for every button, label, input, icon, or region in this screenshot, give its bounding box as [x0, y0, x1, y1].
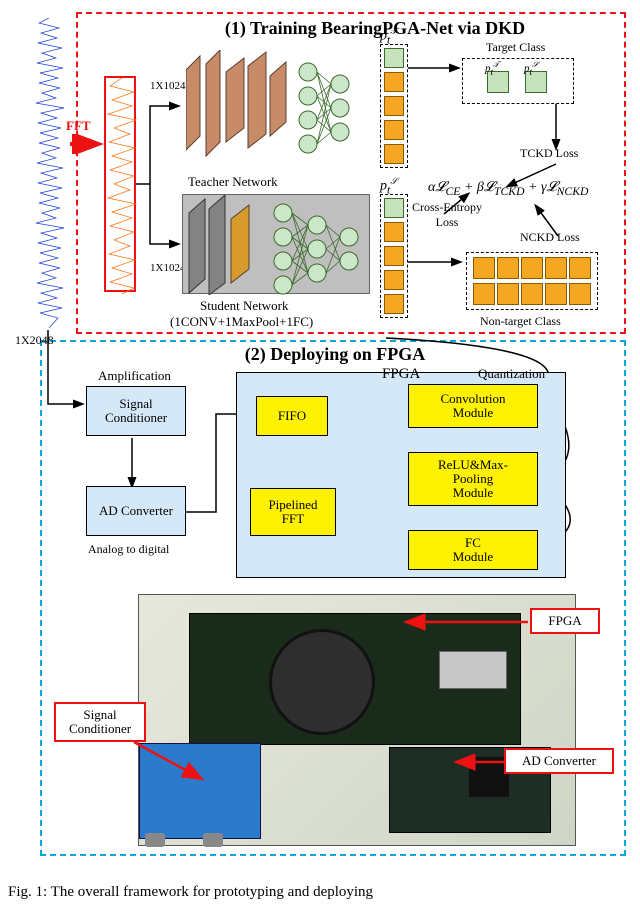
fft-arrow	[68, 134, 104, 154]
student-network-label1: Student Network	[200, 298, 288, 314]
conv-dim-teacher: 1X1024	[150, 80, 185, 92]
relu-pool-box: ReLU&Max- Pooling Module	[408, 452, 538, 506]
teacher-network-label: Teacher Network	[188, 174, 278, 190]
analog-to-digital-label: Analog to digital	[88, 542, 169, 557]
fpga-label: FPGA	[382, 366, 420, 383]
teacher-output-vector	[380, 44, 408, 168]
target-ptT: pt𝒯	[485, 60, 499, 77]
tckd-loss-label: TCKD Loss	[520, 146, 578, 161]
fft-output-box	[104, 76, 136, 292]
signal-conditioner-box: Signal Conditioner	[86, 386, 186, 436]
target-ptS: pt𝒮	[524, 60, 538, 77]
target-class-label: Target Class	[486, 40, 545, 55]
amplification-label: Amplification	[98, 368, 171, 384]
ad-converter-box: AD Converter	[86, 486, 186, 536]
pipelined-fft-box: Pipelined FFT	[250, 488, 336, 536]
photo-fpga-label: FPGA	[530, 608, 600, 634]
non-target-class-box	[466, 252, 598, 310]
student-output-vector	[380, 194, 408, 318]
ptS-label: pt𝒮	[380, 176, 397, 196]
student-network-box	[182, 194, 370, 294]
ptT-label: pt𝒯	[380, 26, 397, 46]
photo-signal-arrow	[130, 736, 220, 786]
raw-signal	[28, 18, 70, 328]
quantization-label: Quantization	[478, 366, 545, 382]
teacher-network	[186, 50, 366, 170]
target-class-box	[462, 58, 574, 104]
conv-dim-student: 1X1024	[150, 262, 185, 274]
photo-adc-arrow	[452, 754, 508, 774]
part1-title: (1) Training BearingPGA-Net via DKD	[160, 18, 590, 39]
photo-adc-label: AD Converter	[504, 748, 614, 774]
fc-module-box: FC Module	[408, 530, 538, 570]
loss-formula: α𝓛CE + β𝓛TCKD + γ𝓛NCKD	[428, 180, 588, 198]
nckd-loss-label: NCKD Loss	[520, 230, 580, 245]
input-split-arrows	[136, 72, 186, 272]
conv-module-box: Convolution Module	[408, 384, 538, 428]
fifo-box: FIFO	[256, 396, 328, 436]
fft-label: FFT	[66, 118, 91, 134]
figure-caption: Fig. 1: The overall framework for protot…	[8, 884, 632, 901]
photo-fpga-arrow	[400, 610, 530, 640]
figure-diagram: 1X2048 FFT (1) Training BearingPGA-Net v…	[10, 8, 630, 878]
non-target-class-label: Non-target Class	[480, 314, 561, 329]
